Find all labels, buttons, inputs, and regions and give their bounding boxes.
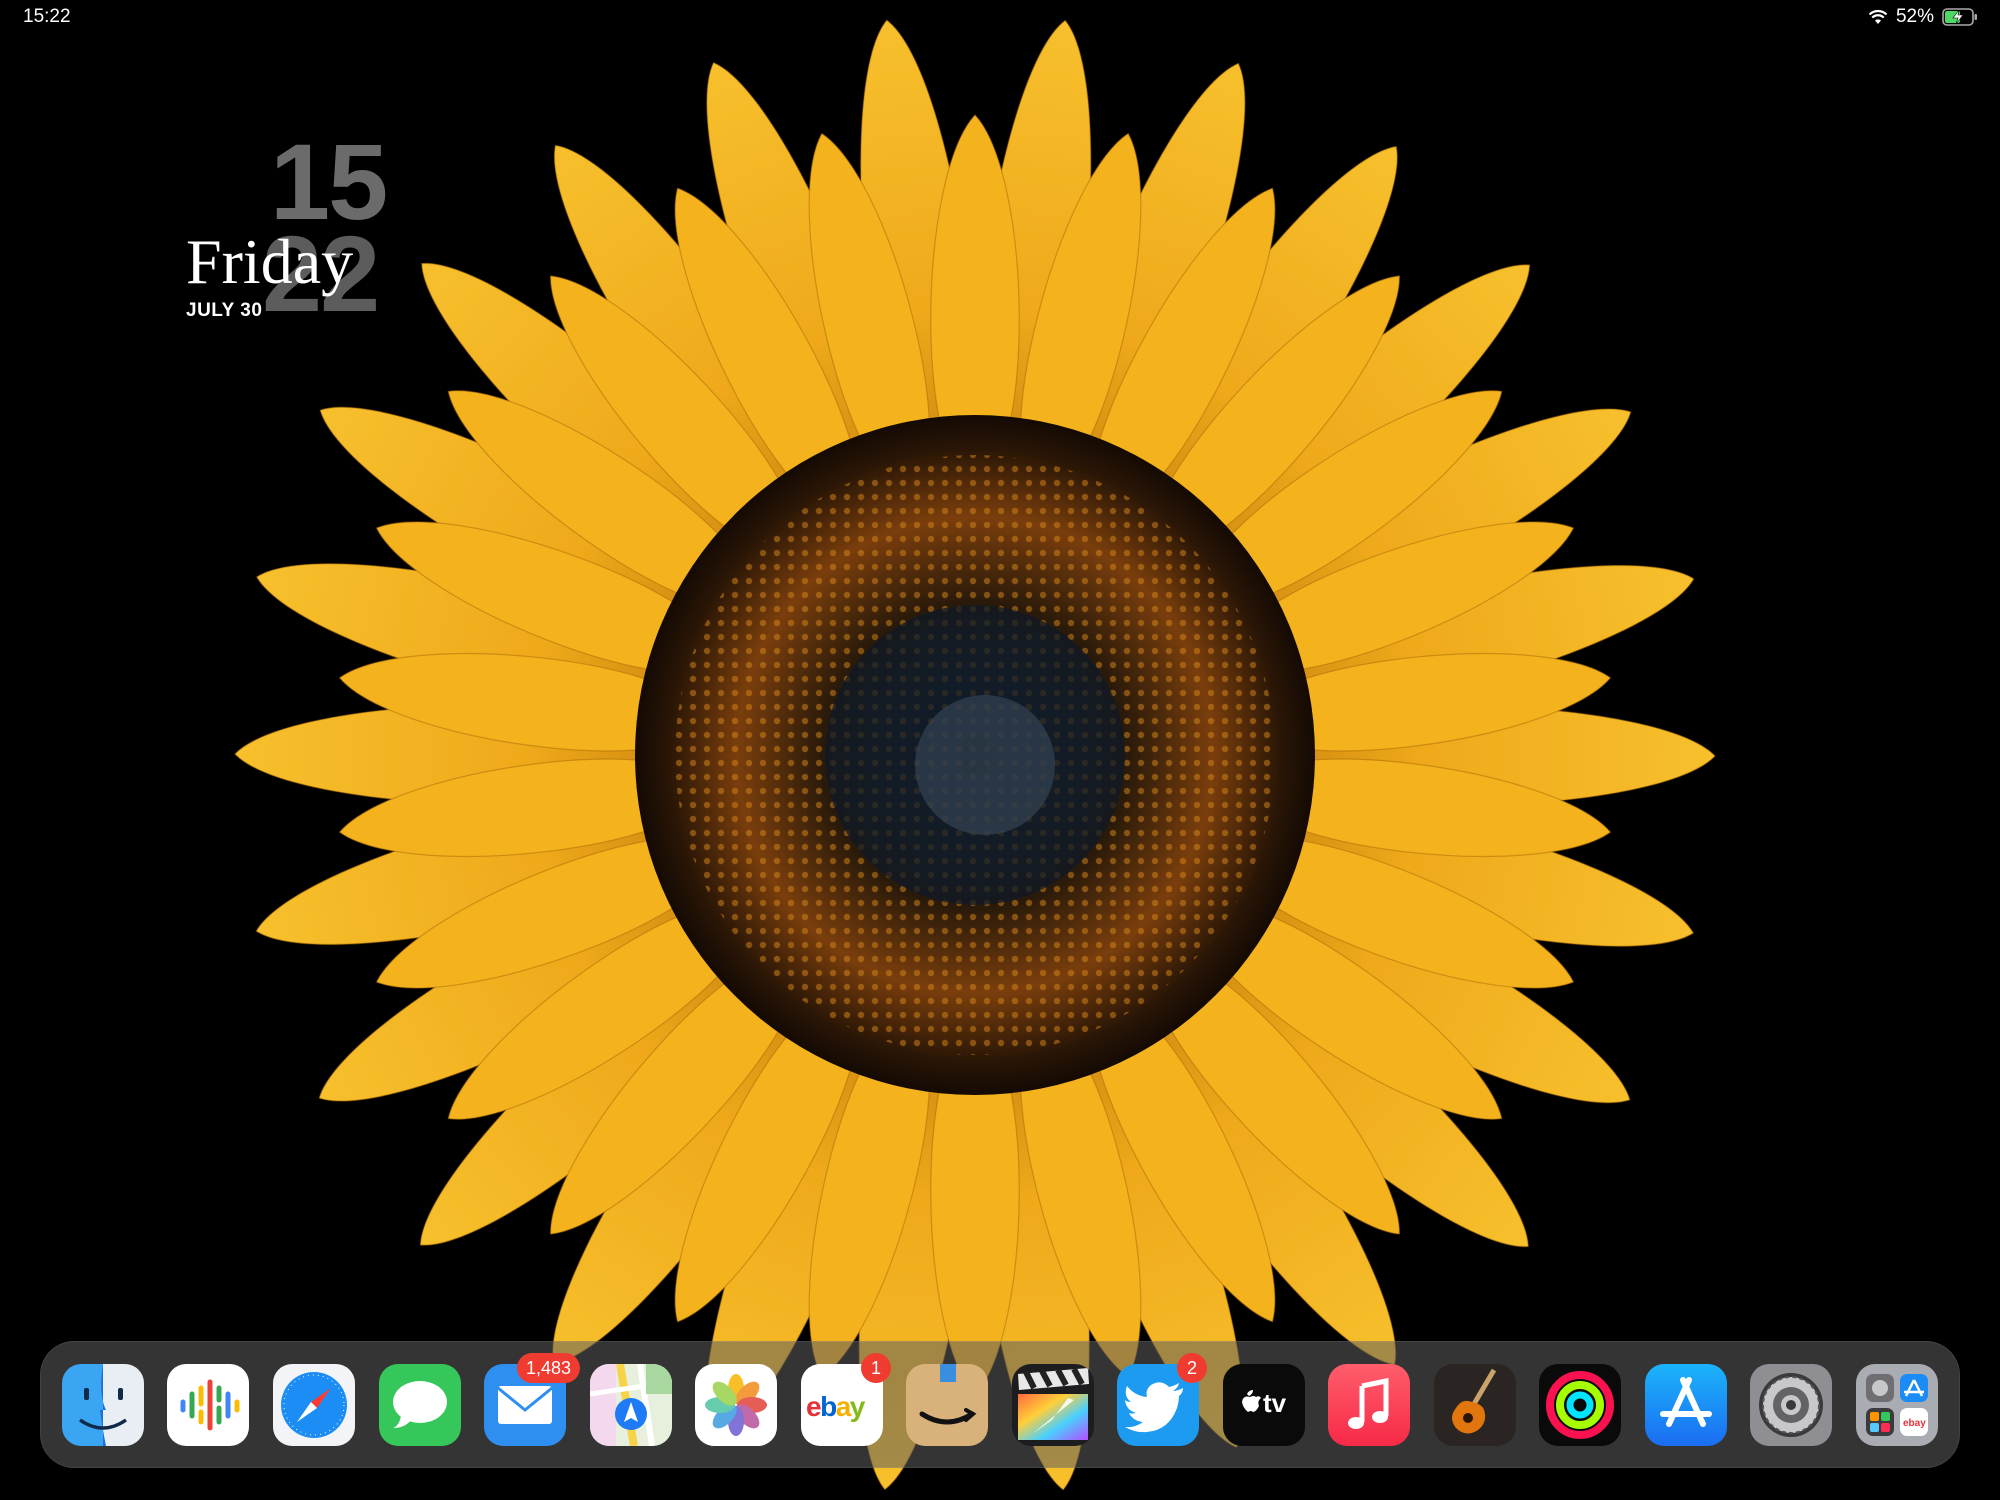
battery-charging-icon: [1942, 8, 1978, 26]
settings-icon: [1750, 1364, 1832, 1446]
finder-icon: [62, 1364, 144, 1446]
apple-tv-app[interactable]: tv: [1223, 1364, 1305, 1446]
svg-text:ebay: ebay: [1903, 1418, 1926, 1429]
ebay-badge: 1: [861, 1353, 891, 1383]
final-cut-icon: [1012, 1364, 1094, 1446]
final-cut-app[interactable]: [1012, 1364, 1094, 1446]
messages-app[interactable]: [379, 1364, 461, 1446]
activity-app[interactable]: [1539, 1364, 1621, 1446]
mail-app[interactable]: 1,483: [484, 1353, 580, 1446]
ebay-app[interactable]: ebay 1: [801, 1353, 891, 1446]
podcasts-app[interactable]: [167, 1364, 249, 1446]
garageband-app[interactable]: [1434, 1364, 1516, 1446]
svg-text:tv: tv: [1263, 1388, 1287, 1418]
settings-app[interactable]: [1750, 1364, 1832, 1446]
music-icon: [1328, 1364, 1410, 1446]
amazon-app[interactable]: [906, 1364, 988, 1446]
activity-icon: [1539, 1364, 1621, 1446]
app-store-icon: [1645, 1364, 1727, 1446]
messages-icon: [379, 1364, 461, 1446]
app-store-app[interactable]: [1645, 1364, 1727, 1446]
svg-text:ebay: ebay: [806, 1391, 866, 1422]
mail-badge: 1,483: [516, 1353, 580, 1383]
twitter-badge: 2: [1177, 1353, 1207, 1383]
app-library-app[interactable]: ebay: [1856, 1364, 1938, 1446]
garageband-icon: [1434, 1364, 1516, 1446]
clock-date: JULY 30: [186, 300, 263, 321]
battery-percent: 52%: [1895, 6, 1934, 27]
app-library-icon: ebay: [1856, 1364, 1938, 1446]
safari-icon: [273, 1364, 355, 1446]
maps-icon: [590, 1364, 672, 1446]
photos-app[interactable]: [695, 1364, 777, 1446]
status-indicators[interactable]: 52%: [1868, 6, 1978, 28]
maps-app[interactable]: [590, 1364, 672, 1446]
photos-icon: [695, 1364, 777, 1446]
apple-tv-icon: tv: [1223, 1364, 1305, 1446]
status-time: 15:22: [23, 6, 71, 27]
finder-app[interactable]: [62, 1364, 144, 1446]
twitter-app[interactable]: 2: [1117, 1353, 1207, 1446]
clock-day: Friday: [186, 226, 354, 297]
podcasts-icon: [167, 1364, 249, 1446]
safari-app[interactable]: [273, 1364, 355, 1446]
music-app[interactable]: [1328, 1364, 1410, 1446]
wifi-icon: [1868, 9, 1888, 25]
amazon-icon: [906, 1364, 988, 1446]
